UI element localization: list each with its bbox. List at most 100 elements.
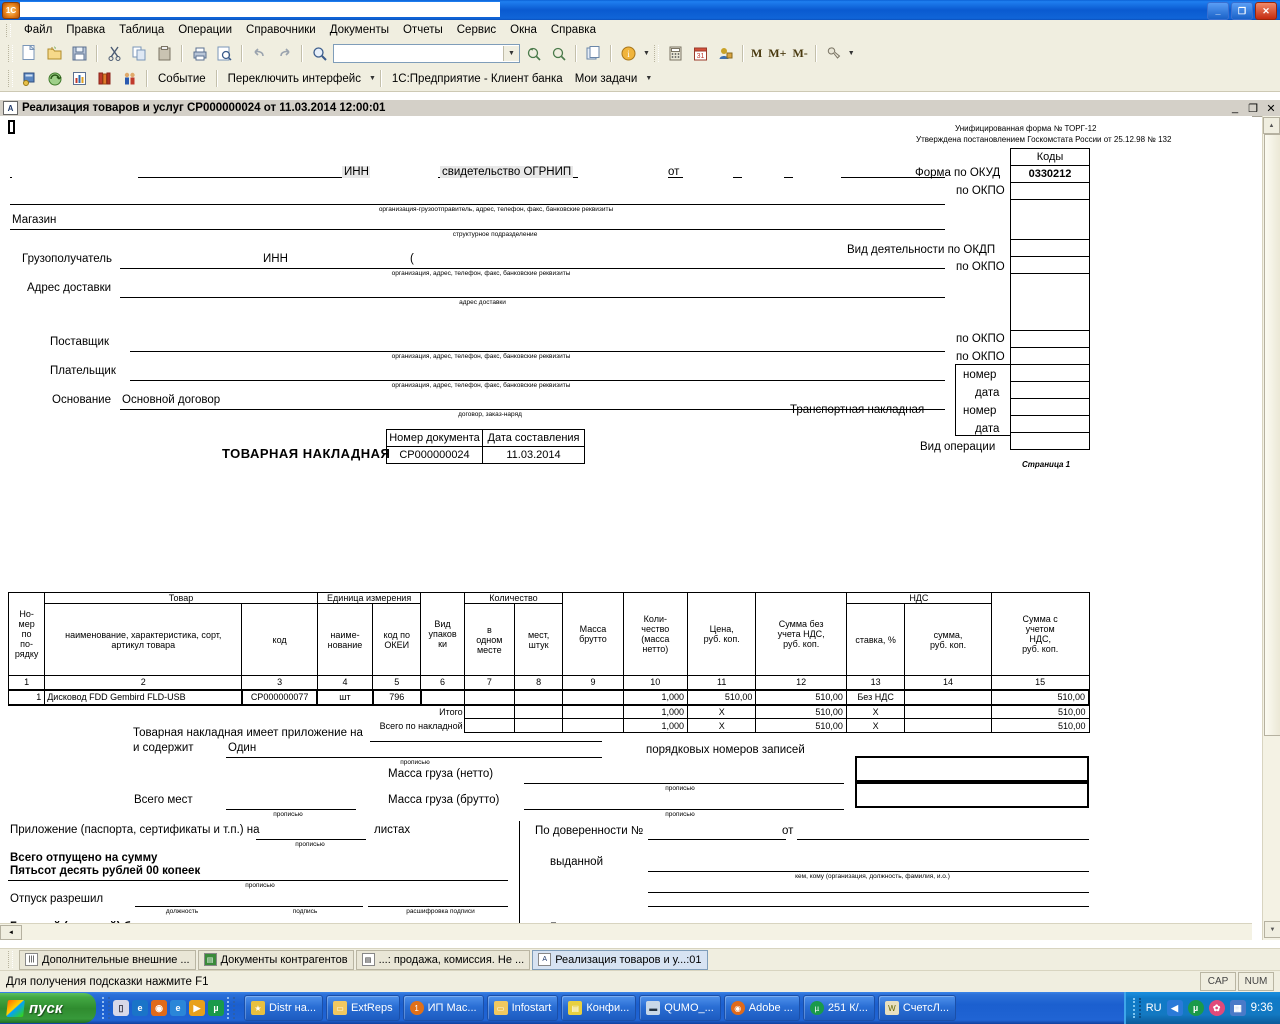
task-button-qumo[interactable]: ▬ QUMO_...	[639, 995, 721, 1021]
menu-item-service[interactable]: Сервис	[450, 22, 503, 38]
firefox-icon[interactable]: ◉	[151, 1000, 167, 1016]
toolbar2-overflow-caret[interactable]: ▼	[645, 75, 652, 82]
redo-icon[interactable]	[273, 42, 296, 65]
vertical-scrollbar[interactable]: ▲ ▼	[1262, 116, 1280, 940]
chevron-down-icon[interactable]: ▼	[503, 45, 519, 61]
task-button-extreps[interactable]: ▭ ExtReps	[326, 995, 400, 1021]
clock[interactable]: 9:36	[1251, 1002, 1273, 1014]
hscroll-left-button[interactable]: ◄	[0, 925, 22, 940]
menu-item-table[interactable]: Таблица	[112, 22, 171, 38]
antivirus-icon[interactable]: ✿	[1208, 1000, 1225, 1016]
print-preview-icon[interactable]	[213, 42, 236, 65]
toolbar-drag-grip-2[interactable]	[653, 44, 659, 62]
minimize-button[interactable]: _	[1207, 2, 1229, 20]
task-button-schet[interactable]: W СчетсЛ...	[877, 995, 956, 1021]
window-button-realizaciya[interactable]: A Реализация товаров и у...:01	[532, 949, 708, 970]
task-button-torrent[interactable]: µ 251 К/...	[802, 995, 875, 1021]
report-icon[interactable]	[68, 67, 91, 90]
scroll-down-button[interactable]: ▼	[1264, 921, 1280, 938]
search-input-combo[interactable]: ▼	[333, 43, 520, 63]
ie-icon[interactable]: e	[132, 1000, 148, 1016]
otpusk-razreshil-podpis-line	[368, 906, 508, 907]
wrench-icon[interactable]	[822, 42, 845, 65]
memory-recall-button[interactable]: M	[748, 46, 765, 61]
my-tasks-button[interactable]: Мои задачи	[569, 73, 644, 85]
task-button-adobe[interactable]: ◉ Adobe ...	[723, 995, 800, 1021]
window-button-external-reports[interactable]: ||| Дополнительные внешние ...	[19, 949, 196, 970]
menu-item-windows[interactable]: Окна	[503, 22, 544, 38]
cut-icon[interactable]	[103, 42, 126, 65]
window-button-counterparty-docs[interactable]: ▤ Документы контрагентов	[197, 949, 354, 970]
menu-drag-grip[interactable]	[6, 23, 11, 37]
winbar-drag-grip[interactable]	[8, 951, 13, 968]
switch-interface-button[interactable]: Переключить интерфейс	[222, 73, 367, 85]
memory-plus-button[interactable]: M+	[765, 46, 789, 61]
search-icon[interactable]	[308, 42, 331, 65]
task-button-konfi[interactable]: ▤ Конфи...	[561, 995, 637, 1021]
task-button-infostart[interactable]: ▭ Infostart	[486, 995, 559, 1021]
goods-table[interactable]: Но-мер по по-рядку Товар Единица измерения…	[7, 592, 1090, 733]
mdi-minimize-button[interactable]: _	[1228, 102, 1242, 114]
label-osnovanie: Основание	[52, 394, 111, 406]
calendar-icon[interactable]: 31	[689, 42, 712, 65]
menu-item-help[interactable]: Справка	[544, 22, 603, 38]
mdi-restore-button[interactable]: ❐	[1246, 102, 1260, 115]
tray-grip[interactable]	[1132, 998, 1141, 1018]
task-button-ip-mas[interactable]: 1 ИП Мас...	[402, 995, 484, 1021]
save-icon[interactable]	[68, 42, 91, 65]
toolbar-overflow-caret-2[interactable]: ▼	[848, 50, 855, 57]
cell-places	[513, 689, 564, 705]
toolbar-drag-grip[interactable]	[8, 44, 13, 62]
search-input[interactable]	[334, 46, 503, 60]
new-document-icon[interactable]	[18, 42, 41, 65]
memory-minus-button[interactable]: M-	[789, 46, 810, 61]
menu-item-reports[interactable]: Отчеты	[396, 22, 450, 38]
spreadsheet-document[interactable]: Унифицированная форма № ТОРГ-12 Утвержде…	[0, 116, 1252, 940]
language-indicator[interactable]: RU	[1146, 1002, 1162, 1014]
utorrent-icon[interactable]: µ	[208, 1000, 224, 1016]
undo-icon[interactable]	[248, 42, 271, 65]
close-button[interactable]: ✕	[1255, 2, 1277, 20]
mdi-close-button[interactable]: ✕	[1264, 102, 1278, 115]
calculator-icon[interactable]	[664, 42, 687, 65]
open-folder-icon[interactable]	[43, 42, 66, 65]
print-icon[interactable]	[188, 42, 211, 65]
paste-icon[interactable]	[153, 42, 176, 65]
horizontal-scrollbar[interactable]: ◄	[0, 923, 1252, 940]
info-icon[interactable]: i	[617, 42, 640, 65]
media-player-icon[interactable]: ▶	[189, 1000, 205, 1016]
refresh-db-icon[interactable]	[43, 67, 66, 90]
menu-item-edit[interactable]: Правка	[59, 22, 112, 38]
bank-client-button[interactable]: 1С:Предприятие - Клиент банка	[386, 73, 569, 85]
users-icon[interactable]	[714, 42, 737, 65]
copy-icon[interactable]	[128, 42, 151, 65]
network-icon[interactable]: ▦	[1229, 1000, 1246, 1016]
start-button[interactable]: пуск	[0, 993, 96, 1023]
menu-item-file[interactable]: Файл	[17, 22, 59, 38]
phone-icon[interactable]: ▯	[113, 1000, 129, 1016]
utorrent-tray-icon[interactable]: µ	[1187, 1000, 1204, 1016]
menu-item-documents[interactable]: Документы	[323, 22, 396, 38]
books-icon[interactable]	[93, 67, 116, 90]
toolbar2-drag-grip[interactable]	[8, 70, 13, 87]
quicklaunch-grip-2[interactable]	[227, 997, 235, 1019]
explorer-icon[interactable]: e	[170, 1000, 186, 1016]
people-icon[interactable]	[118, 67, 141, 90]
toolbar-overflow-caret-1[interactable]: ▼	[643, 50, 650, 57]
vscroll-thumb[interactable]	[1264, 134, 1280, 736]
db-user-icon[interactable]	[18, 67, 41, 90]
menu-item-catalogs[interactable]: Справочники	[239, 22, 323, 38]
maximize-button[interactable]: ❐	[1231, 2, 1253, 20]
scroll-up-button[interactable]: ▲	[1263, 117, 1280, 134]
excel-icon: W	[884, 1001, 899, 1015]
window-button-sales-commission[interactable]: ▤ ...: продажа, комиссия. Не ...	[355, 949, 531, 970]
menu-item-operations[interactable]: Операции	[171, 22, 239, 38]
find-prev-icon[interactable]	[547, 42, 570, 65]
volume-icon[interactable]: ◀	[1166, 1000, 1183, 1016]
find-next-icon[interactable]	[522, 42, 545, 65]
copy-rows-icon[interactable]	[582, 42, 605, 65]
switch-interface-caret-icon[interactable]: ▼	[369, 75, 376, 82]
task-button-distr[interactable]: ★ Distr на...	[244, 995, 324, 1021]
quicklaunch-grip[interactable]	[102, 997, 110, 1019]
event-button[interactable]: Событие	[152, 73, 212, 85]
